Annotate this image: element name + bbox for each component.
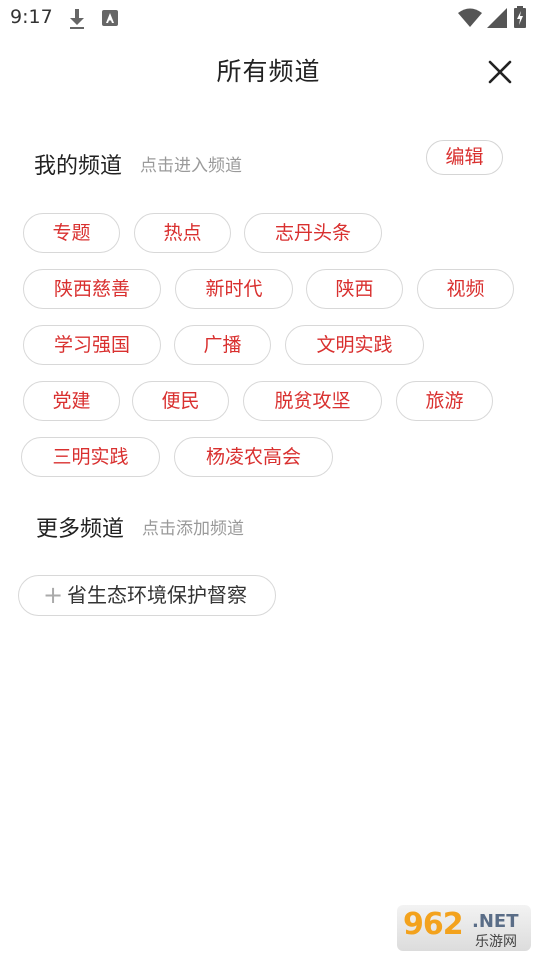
channel-chip[interactable]: 文明实践	[285, 325, 424, 365]
channel-chip[interactable]: 热点	[134, 213, 231, 253]
channel-chip[interactable]: 视频	[417, 269, 514, 309]
channel-chip[interactable]: 专题	[23, 213, 120, 253]
plus-icon: +	[43, 581, 64, 609]
edit-button[interactable]: 编辑	[426, 140, 503, 175]
watermark-number: 962	[403, 907, 464, 942]
wifi-icon	[458, 8, 482, 32]
channel-chip[interactable]: 广播	[174, 325, 271, 365]
channel-chip[interactable]: 便民	[132, 381, 229, 421]
channel-chip[interactable]: 杨凌农高会	[174, 437, 333, 477]
channel-chip[interactable]: 学习强国	[23, 325, 161, 365]
channel-chip[interactable]: 脱贫攻坚	[243, 381, 382, 421]
watermark-domain: .NET	[472, 911, 519, 932]
a-badge-icon	[102, 10, 118, 30]
download-icon	[68, 8, 86, 34]
my-channels-title: 我的频道	[34, 154, 123, 179]
channel-chip[interactable]: 志丹头条	[244, 213, 382, 253]
channel-chip[interactable]: 陕西慈善	[23, 269, 161, 309]
more-channels-title: 更多频道	[36, 517, 125, 542]
my-channels-hint: 点击进入频道	[140, 156, 242, 176]
status-bar: 9:17	[0, 0, 537, 36]
channel-chip[interactable]: 三明实践	[21, 437, 160, 477]
channel-chip[interactable]: 党建	[23, 381, 120, 421]
battery-icon	[514, 6, 526, 32]
channel-chip[interactable]: 新时代	[175, 269, 293, 309]
page-title: 所有频道	[216, 57, 321, 86]
channel-chip[interactable]: 陕西	[306, 269, 403, 309]
channel-chip[interactable]: 旅游	[396, 381, 493, 421]
watermark-subtitle: 乐游网	[475, 934, 517, 950]
site-watermark-logo: 962 .NET 乐游网	[397, 905, 531, 951]
status-time: 9:17	[10, 6, 53, 28]
close-button[interactable]	[485, 57, 515, 87]
add-channel-chip[interactable]: + 省生态环境保护督察	[18, 575, 276, 616]
more-channels-hint: 点击添加频道	[142, 519, 244, 539]
all-channels-screen: 9:17 所有频道 我的频道 点击进入频道 编辑 专题 热点 志丹头条 陕西慈善…	[0, 0, 537, 956]
close-icon	[488, 60, 512, 84]
add-channel-label: 省生态环境保护督察	[67, 583, 247, 607]
signal-icon	[487, 8, 507, 32]
